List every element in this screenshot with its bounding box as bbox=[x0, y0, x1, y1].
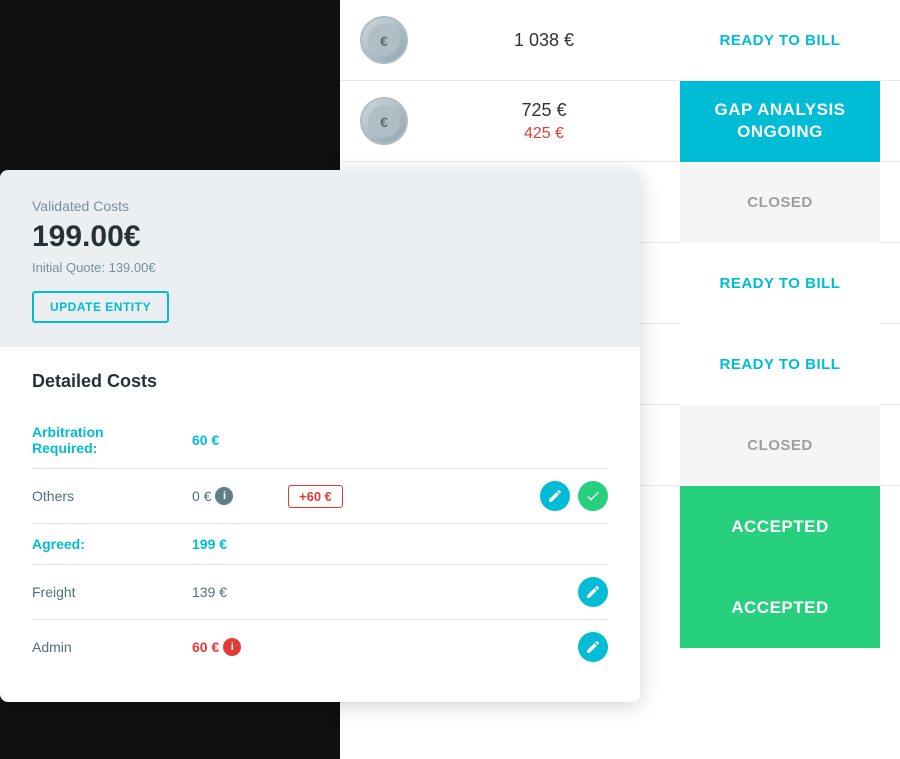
others-badge-plus: +60 € bbox=[288, 485, 343, 508]
initial-quote: Initial Quote: 139.00€ bbox=[32, 260, 608, 275]
admin-action-icons bbox=[578, 632, 608, 662]
avatar-2: € bbox=[360, 97, 408, 145]
agreed-label: Agreed: bbox=[32, 536, 192, 552]
others-check-icon[interactable] bbox=[578, 481, 608, 511]
status-row-2: € 725 € 425 € GAP ANALYSISONGOING bbox=[340, 81, 900, 162]
freight-value: 139 € bbox=[192, 584, 272, 600]
amount-secondary-2: 425 € bbox=[408, 125, 680, 143]
amount-main-2: 725 € bbox=[408, 100, 680, 121]
avatar-1: € bbox=[360, 16, 408, 64]
badge-ready-to-bill-2[interactable]: READY TO BILL bbox=[680, 243, 880, 324]
validated-costs-label: Validated Costs bbox=[32, 198, 608, 214]
badge-closed-1[interactable]: CLOSED bbox=[680, 162, 880, 243]
validated-costs-section: Validated Costs 199.00€ Initial Quote: 1… bbox=[0, 170, 640, 347]
others-value: 0 € i bbox=[192, 487, 272, 505]
amount-main-1: 1 038 € bbox=[408, 30, 680, 51]
others-label: Others bbox=[32, 488, 192, 504]
validated-amount: 199.00€ bbox=[32, 220, 608, 254]
admin-info-icon[interactable]: i bbox=[223, 638, 241, 656]
amounts-1: 1 038 € bbox=[408, 30, 680, 51]
svg-text:€: € bbox=[380, 114, 388, 130]
detailed-costs-section: Detailed Costs ArbitrationRequired: 60 €… bbox=[0, 347, 640, 702]
detailed-costs-title: Detailed Costs bbox=[32, 371, 608, 392]
arbitration-label: ArbitrationRequired: bbox=[32, 424, 192, 456]
cost-row-arbitration: ArbitrationRequired: 60 € bbox=[32, 412, 608, 469]
others-edit-icon[interactable] bbox=[540, 481, 570, 511]
scene: € 1 038 € READY TO BILL € 725 € 425 € GA… bbox=[0, 0, 900, 759]
badge-accepted-2[interactable]: ACCEPTED bbox=[680, 567, 880, 648]
others-info-icon[interactable]: i bbox=[215, 487, 233, 505]
admin-label: Admin bbox=[32, 639, 192, 655]
badge-closed-2[interactable]: CLOSED bbox=[680, 405, 880, 486]
svg-text:€: € bbox=[380, 33, 388, 49]
agreed-value: 199 € bbox=[192, 536, 272, 552]
detail-card: Validated Costs 199.00€ Initial Quote: 1… bbox=[0, 170, 640, 702]
badge-ready-to-bill-3[interactable]: READY TO BILL bbox=[680, 324, 880, 405]
admin-edit-icon[interactable] bbox=[578, 632, 608, 662]
freight-action-icons bbox=[578, 577, 608, 607]
amounts-2: 725 € 425 € bbox=[408, 100, 680, 143]
badge-gap-analysis[interactable]: GAP ANALYSISONGOING bbox=[680, 81, 880, 162]
admin-value: 60 € i bbox=[192, 638, 272, 656]
cost-row-admin: Admin 60 € i bbox=[32, 620, 608, 674]
badge-ready-to-bill-1[interactable]: READY TO BILL bbox=[680, 0, 880, 81]
cost-row-freight: Freight 139 € bbox=[32, 565, 608, 620]
others-action-icons bbox=[540, 481, 608, 511]
update-entity-button[interactable]: UPDATE ENTITY bbox=[32, 291, 169, 323]
badge-accepted-1[interactable]: ACCEPTED bbox=[680, 486, 880, 567]
freight-label: Freight bbox=[32, 584, 192, 600]
arbitration-value: 60 € bbox=[192, 432, 272, 448]
status-row-1: € 1 038 € READY TO BILL bbox=[340, 0, 900, 81]
cost-row-others: Others 0 € i +60 € bbox=[32, 469, 608, 524]
freight-edit-icon[interactable] bbox=[578, 577, 608, 607]
cost-row-agreed: Agreed: 199 € bbox=[32, 524, 608, 565]
